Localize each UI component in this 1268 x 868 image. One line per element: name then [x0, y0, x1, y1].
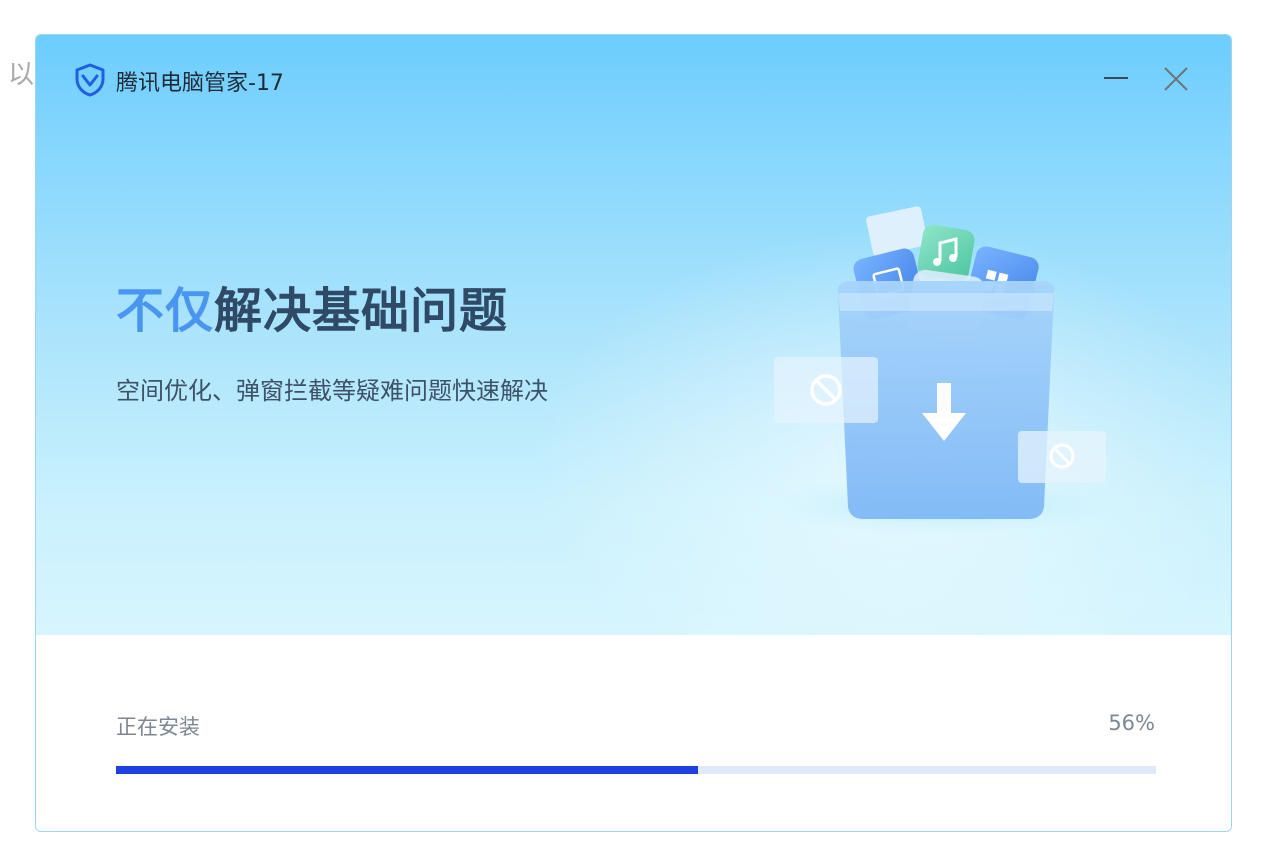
close-icon [1164, 67, 1188, 91]
progress-bar [116, 766, 1156, 774]
installer-window: 腾讯电脑管家-17 不仅解决基础问题 空间优化、弹窗拦截等疑难问题快速解决 正在… [35, 34, 1232, 832]
feature-description: 空间优化、弹窗拦截等疑难问题快速解决 [116, 377, 548, 405]
background-partial-text: 以 [8, 60, 35, 90]
minimize-icon [1104, 77, 1128, 79]
blocked-icon [774, 357, 878, 423]
blocked-icon-small [1018, 431, 1106, 483]
minimize-button[interactable] [1100, 59, 1136, 95]
progress-bar-fill [116, 766, 699, 774]
trash-bin-illustration [764, 206, 1116, 535]
install-percent: 56% [1108, 711, 1155, 735]
install-progress-panel: 正在安装 56% [36, 635, 1231, 831]
install-status-label: 正在安装 [116, 715, 200, 739]
window-title: 腾讯电脑管家-17 [116, 71, 284, 96]
headline: 不仅解决基础问题 [116, 271, 508, 341]
hero-banner: 腾讯电脑管家-17 不仅解决基础问题 空间优化、弹窗拦截等疑难问题快速解决 [36, 35, 1231, 635]
headline-main: 解决基础问题 [214, 283, 509, 339]
document-icon [866, 206, 928, 256]
shield-logo-icon [74, 63, 106, 97]
headline-accent: 不仅 [116, 283, 215, 339]
close-button[interactable] [1158, 59, 1194, 95]
title-bar[interactable]: 腾讯电脑管家-17 [36, 35, 1231, 119]
